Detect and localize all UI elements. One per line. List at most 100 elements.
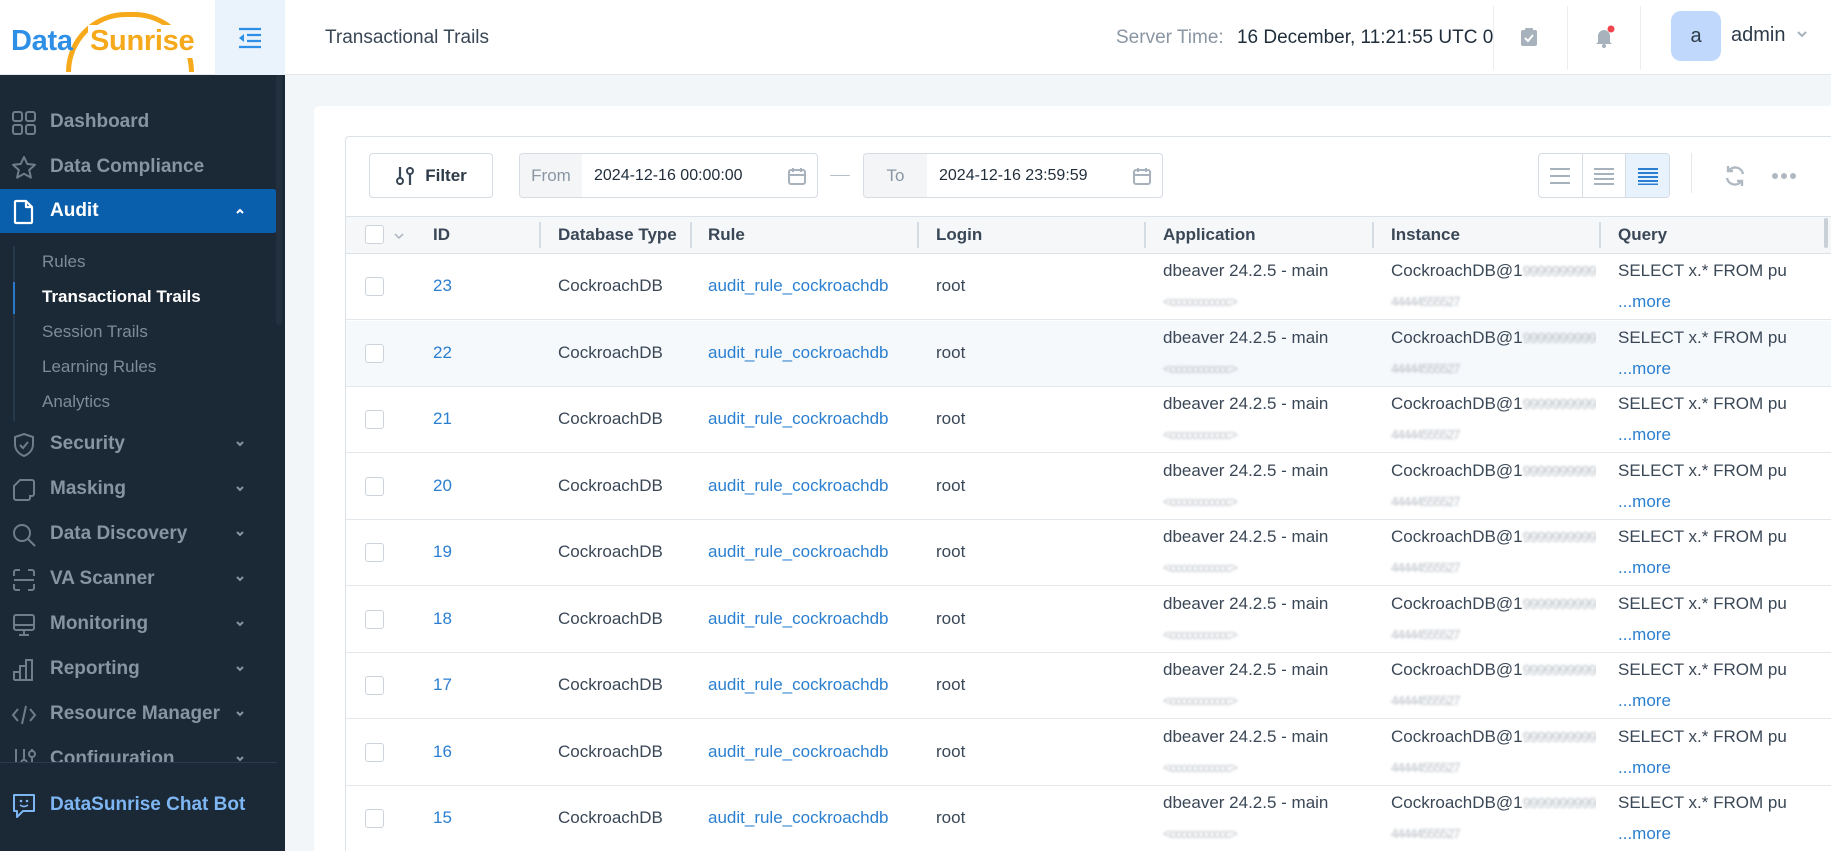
sidebar-item-audit[interactable]: Audit xyxy=(0,189,277,233)
row-checkbox[interactable] xyxy=(365,609,384,629)
table-row[interactable]: 16 CockroachDB audit_rule_cockroachdb root d… xyxy=(346,719,1831,786)
cell-id[interactable]: 15 xyxy=(433,808,452,828)
date-from-input[interactable]: 2024-12-16 00:00:00 xyxy=(582,167,777,185)
column-header-database-type[interactable]: Database Type xyxy=(558,225,677,245)
row-checkbox[interactable] xyxy=(365,809,384,828)
table-row[interactable]: 19 CockroachDB audit_rule_cockroachdb root d… xyxy=(346,520,1831,586)
chevron-down-icon[interactable] xyxy=(1796,28,1808,40)
row-checkbox[interactable] xyxy=(365,343,384,363)
refresh-button[interactable] xyxy=(1719,160,1751,192)
cell-id[interactable]: 21 xyxy=(433,409,452,429)
cell-id[interactable]: 19 xyxy=(433,542,452,562)
chatbot-button[interactable]: DataSunrise Chat Bot xyxy=(0,786,277,826)
sidebar-item-va-scanner[interactable]: VA Scanner xyxy=(0,557,277,601)
user-name[interactable]: admin xyxy=(1731,24,1785,47)
filter-button[interactable]: Filter xyxy=(369,153,493,198)
row-checkbox[interactable] xyxy=(365,277,384,296)
cell-id[interactable]: 20 xyxy=(433,476,452,496)
row-checkbox[interactable] xyxy=(365,410,384,429)
date-from-field[interactable]: From 2024-12-16 00:00:00 xyxy=(519,153,818,198)
sidebar-subitem-session-trails[interactable]: Session Trails xyxy=(42,322,148,342)
query-more-link[interactable]: ...more xyxy=(1618,425,1671,445)
sidebar-item-data-compliance[interactable]: Data Compliance xyxy=(0,145,277,189)
sidebar-item-data-discovery[interactable]: Data Discovery xyxy=(0,512,277,556)
cell-instance-name: CockroachDB@1 xyxy=(1391,593,1523,613)
date-to-field[interactable]: To 2024-12-16 23:59:59 xyxy=(863,153,1163,198)
column-header-instance[interactable]: Instance xyxy=(1391,225,1460,245)
sidebar-item-dashboard[interactable]: Dashboard xyxy=(0,100,277,144)
column-resize-handle[interactable] xyxy=(1599,222,1601,248)
cell-rule[interactable]: audit_rule_cockroachdb xyxy=(708,409,889,429)
query-more-link[interactable]: ...more xyxy=(1618,558,1671,578)
row-checkbox[interactable] xyxy=(365,543,384,562)
row-checkbox[interactable] xyxy=(365,476,384,496)
sidebar-item-configuration[interactable]: Configuration xyxy=(0,737,277,762)
query-more-link[interactable]: ...more xyxy=(1618,824,1671,844)
query-more-link[interactable]: ...more xyxy=(1618,492,1671,512)
row-checkbox[interactable] xyxy=(365,742,384,762)
cell-rule[interactable]: audit_rule_cockroachdb xyxy=(708,276,889,296)
notifications-button[interactable] xyxy=(1589,22,1619,52)
density-standard-button[interactable] xyxy=(1583,154,1627,197)
sidebar-subitem-analytics[interactable]: Analytics xyxy=(42,392,110,412)
user-avatar[interactable]: a xyxy=(1671,11,1721,61)
query-more-link[interactable]: ...more xyxy=(1618,625,1671,645)
column-resize-handle[interactable] xyxy=(539,222,541,248)
cell-rule[interactable]: audit_rule_cockroachdb xyxy=(708,742,889,762)
cell-rule[interactable]: audit_rule_cockroachdb xyxy=(708,808,889,828)
column-resize-handle[interactable] xyxy=(1372,222,1374,248)
column-header-query[interactable]: Query xyxy=(1618,225,1667,245)
cell-id[interactable]: 23 xyxy=(433,276,452,296)
sidebar-scrollbar[interactable] xyxy=(276,75,282,325)
query-more-link[interactable]: ...more xyxy=(1618,359,1671,379)
sidebar-item-reporting[interactable]: Reporting xyxy=(0,647,277,691)
column-header-id[interactable]: ID xyxy=(433,225,450,245)
cell-id[interactable]: 16 xyxy=(433,742,452,762)
cell-rule[interactable]: audit_rule_cockroachdb xyxy=(708,675,889,695)
tasks-button[interactable] xyxy=(1514,22,1544,52)
sidebar-subitem-learning-rules[interactable]: Learning Rules xyxy=(42,357,156,377)
table-row[interactable]: 18 CockroachDB audit_rule_cockroachdb root d… xyxy=(346,586,1831,653)
column-header-login[interactable]: Login xyxy=(936,225,982,245)
sidebar-item-resource-manager[interactable]: Resource Manager xyxy=(0,692,277,736)
sidebar-subitem-transactional-trails[interactable]: Transactional Trails xyxy=(42,287,201,307)
table-row[interactable]: 23 CockroachDB audit_rule_cockroachdb root d… xyxy=(346,254,1831,320)
cell-rule[interactable]: audit_rule_cockroachdb xyxy=(708,609,889,629)
table-row[interactable]: 20 CockroachDB audit_rule_cockroachdb root d… xyxy=(346,453,1831,520)
column-header-rule[interactable]: Rule xyxy=(708,225,745,245)
column-resize-handle[interactable] xyxy=(1144,222,1146,248)
cell-rule[interactable]: audit_rule_cockroachdb xyxy=(708,476,889,496)
select-menu-chevron-icon[interactable] xyxy=(393,231,405,241)
cell-id[interactable]: 17 xyxy=(433,675,452,695)
table-row[interactable]: 21 CockroachDB audit_rule_cockroachdb root d… xyxy=(346,387,1831,453)
table-row[interactable]: 17 CockroachDB audit_rule_cockroachdb root d… xyxy=(346,653,1831,719)
sidebar-item-security[interactable]: Security xyxy=(0,422,277,466)
density-comfortable-button[interactable] xyxy=(1539,154,1583,197)
menu-collapse-button[interactable] xyxy=(215,0,285,75)
table-row[interactable]: 15 CockroachDB audit_rule_cockroachdb root d… xyxy=(346,786,1831,851)
date-to-calendar-button[interactable] xyxy=(1122,166,1162,186)
cell-rule[interactable]: audit_rule_cockroachdb xyxy=(708,343,889,363)
table-horizontal-scrollbar[interactable] xyxy=(1824,218,1828,248)
row-checkbox[interactable] xyxy=(365,676,384,695)
date-to-input[interactable]: 2024-12-16 23:59:59 xyxy=(927,167,1122,185)
cell-id[interactable]: 18 xyxy=(433,609,452,629)
date-from-calendar-button[interactable] xyxy=(777,166,817,186)
sidebar-subitem-rules[interactable]: Rules xyxy=(42,252,85,272)
density-compact-button[interactable] xyxy=(1626,154,1669,197)
sidebar-item-masking[interactable]: Masking xyxy=(0,467,277,511)
table-row[interactable]: 22 CockroachDB audit_rule_cockroachdb root d… xyxy=(346,320,1831,387)
cell-id[interactable]: 22 xyxy=(433,343,452,363)
sidebar-item-monitoring[interactable]: Monitoring xyxy=(0,602,277,646)
cell-rule[interactable]: audit_rule_cockroachdb xyxy=(708,542,889,562)
column-resize-handle[interactable] xyxy=(690,222,692,248)
query-more-link[interactable]: ...more xyxy=(1618,758,1671,778)
column-header-application[interactable]: Application xyxy=(1163,225,1256,245)
column-resize-handle[interactable] xyxy=(917,222,919,248)
query-more-link[interactable]: ...more xyxy=(1618,292,1671,312)
sidebar-item-label: Security xyxy=(50,433,125,454)
select-all-checkbox[interactable] xyxy=(365,225,384,244)
datasunrise-logo[interactable]: Data Sunrise xyxy=(0,0,215,75)
query-more-link[interactable]: ...more xyxy=(1618,691,1671,711)
more-options-button[interactable] xyxy=(1768,160,1800,192)
